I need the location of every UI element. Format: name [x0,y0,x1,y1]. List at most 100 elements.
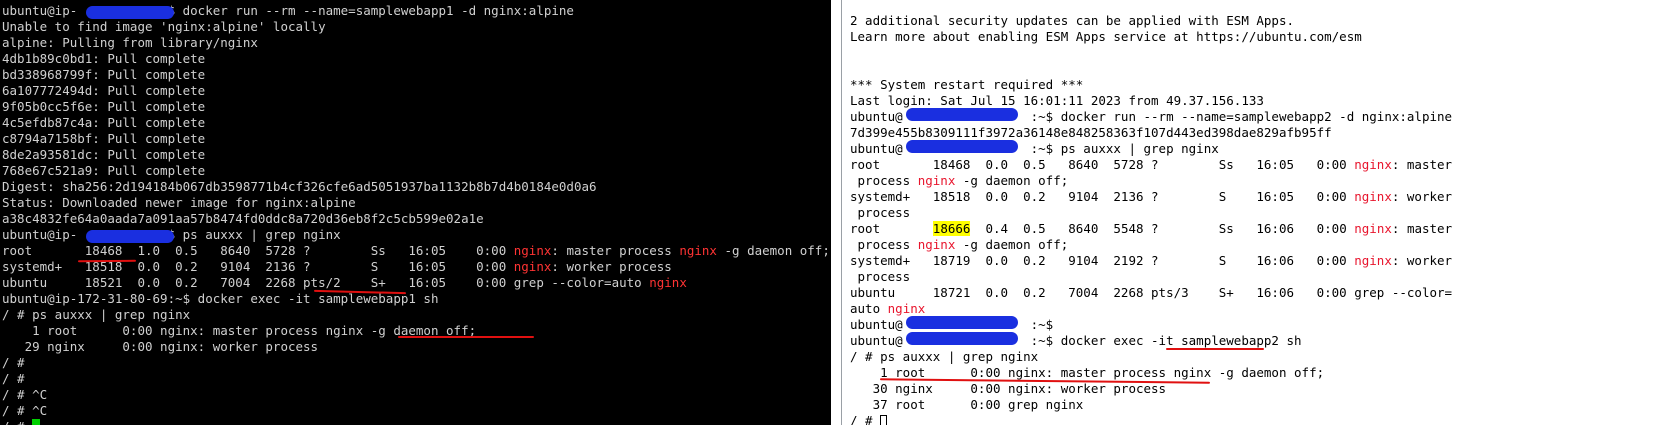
left-terminal-output: ubuntu@ip- :~$ docker run --rm --name=sa… [0,0,831,425]
terminal-text: systemd+ 18719 0.0 0.2 9104 2192 ? S 16:… [850,253,1355,268]
terminal-text: : master process [551,243,680,258]
terminal-text: Last login: Sat Jul 15 16:01:11 2023 fro… [850,93,1264,108]
terminal-line: / # [2,355,831,371]
terminal-text: Digest: sha256:2d194184b067db3598771b4cf… [2,179,597,194]
terminal-text: / # [2,419,32,425]
grep-match-text: nginx [887,301,926,316]
terminal-text: 29 nginx 0:00 nginx: worker process [2,339,319,354]
terminal-text: / # ^C [2,403,48,418]
grep-match-text: nginx [917,237,956,252]
terminal-line: Last login: Sat Jul 15 16:01:11 2023 fro… [850,93,1678,109]
terminal-line: / # [2,419,831,425]
terminal-line: Unable to find image 'nginx:alpine' loca… [2,19,831,35]
terminal-text: a38c4832fe64a0aada7a091aa57b8474fd0ddc8a… [2,211,484,226]
redaction-mark [906,332,1018,345]
terminal-text: : worker process [551,259,672,274]
terminal-line: root 18468 0.0 0.5 8640 5728 ? Ss 16:05 … [850,157,1678,173]
grep-match-text: nginx [1354,253,1392,268]
terminal-text: root [850,221,933,236]
terminal-line: root 18468 1.0 0.5 8640 5728 ? Ss 16:05 … [2,243,831,259]
annotation-underline [1166,348,1264,350]
terminal-text: 0.4 0.5 8640 5548 ? Ss 16:06 0:00 [970,221,1355,236]
terminal-text: Unable to find image 'nginx:alpine' loca… [2,19,326,34]
terminal-line: 6a107772494d: Pull complete [2,83,831,99]
terminal-line: / # [2,371,831,387]
terminal-line: systemd+ 18518 0.0 0.2 9104 2136 ? S 16:… [850,189,1678,205]
grep-match-text: nginx [1354,157,1392,172]
terminal-line: process [850,205,1678,221]
terminal-text: auto [850,301,888,316]
terminal-line: a38c4832fe64a0aada7a091aa57b8474fd0ddc8a… [2,211,831,227]
grep-match-text: nginx [513,243,552,258]
terminal-text: ubuntu@ :~$ ps auxxx | grep nginx [850,141,1219,156]
terminal-text: systemd+ 18518 0.0 0.2 9104 2136 ? S 16:… [850,189,1355,204]
terminal-text: 30 nginx 0:00 nginx: worker process [850,381,1167,396]
terminal-line: bd338968799f: Pull complete [2,67,831,83]
terminal-text: root 18468 0.0 0.5 8640 5728 ? Ss 16:05 … [850,157,1355,172]
terminal-cursor[interactable] [32,419,41,425]
terminal-line: / # ^C [2,387,831,403]
grep-match-text: nginx [1354,221,1392,236]
terminal-line: / # ps auxxx | grep nginx [850,349,1678,365]
redaction-mark [86,6,174,19]
terminal-text: 7d399e455b8309111f3972a36148e848258363f1… [850,125,1332,140]
terminal-text: Status: Downloaded newer image for nginx… [2,195,356,210]
terminal-text: ubuntu 18721 0.0 0.2 7004 2268 pts/3 S+ … [850,285,1453,300]
terminal-text: -g daemon off; [955,237,1069,252]
terminal-text: 9f05b0cc5f6e: Pull complete [2,99,206,114]
terminal-line: root 18666 0.4 0.5 8640 5548 ? Ss 16:06 … [850,221,1678,237]
terminal-line: *** System restart required *** [850,77,1678,93]
terminal-text: 4c5efdb87c4a: Pull complete [2,115,206,130]
terminal-text: process [850,205,911,220]
terminal-text: process [850,237,918,252]
terminal-line: 2 additional security updates can be app… [850,13,1678,29]
terminal-line: alpine: Pulling from library/nginx [2,35,831,51]
terminal-text: alpine: Pulling from library/nginx [2,35,258,50]
terminal-text: root 18468 1.0 0.5 8640 5728 ? Ss 16:05 … [2,243,514,258]
terminal-line: / # [850,413,1678,425]
right-terminal-output: 2 additional security updates can be app… [848,0,1678,425]
terminal-line: 7d399e455b8309111f3972a36148e848258363f1… [850,125,1678,141]
terminal-line: process nginx -g daemon off; [850,237,1678,253]
terminal-text: 8de2a93581dc: Pull complete [2,147,206,162]
left-terminal-window[interactable]: ubuntu@ip- :~$ docker run --rm --name=sa… [0,0,831,425]
terminal-text: ubuntu 18521 0.0 0.2 7004 2268 pts/2 S+ … [2,275,650,290]
terminal-cursor[interactable] [880,415,888,425]
terminal-text: / # [2,355,25,370]
right-terminal-window[interactable]: 2 additional security updates can be app… [848,0,1678,425]
redaction-mark [86,230,174,243]
terminal-text: : master [1391,221,1453,236]
terminal-line: auto nginx [850,301,1678,317]
terminal-text: 2 additional security updates can be app… [850,13,1295,28]
terminal-text: / # ps auxxx | grep nginx [850,349,1039,364]
terminal-text: *** System restart required *** [850,77,1084,92]
redaction-mark [906,316,1018,329]
terminal-line: 9f05b0cc5f6e: Pull complete [2,99,831,115]
terminal-text: 6a107772494d: Pull complete [2,83,206,98]
terminal-text: 37 root 0:00 grep nginx [850,397,1084,412]
pane-divider [841,0,842,425]
terminal-line: process [850,269,1678,285]
terminal-text: c8794a7158bf: Pull complete [2,131,206,146]
annotation-underline [398,336,534,338]
terminal-line: 768e67c521a9: Pull complete [2,163,831,179]
terminal-line: ubuntu 18521 0.0 0.2 7004 2268 pts/2 S+ … [2,275,831,291]
terminal-line: process nginx -g daemon off; [850,173,1678,189]
terminal-text: / # [850,413,881,425]
terminal-line: 29 nginx 0:00 nginx: worker process [2,339,831,355]
terminal-text: Learn more about enabling ESM Apps servi… [850,29,1362,44]
terminal-text: : worker [1391,253,1453,268]
terminal-line: / # ps auxxx | grep nginx [2,307,831,323]
terminal-line: 30 nginx 0:00 nginx: worker process [850,381,1678,397]
redaction-mark [906,108,1018,121]
terminal-line: ubuntu 18721 0.0 0.2 7004 2268 pts/3 S+ … [850,285,1678,301]
terminal-text: 768e67c521a9: Pull complete [2,163,206,178]
redaction-mark [906,140,1018,153]
terminal-text: / # ps auxxx | grep nginx [2,307,191,322]
terminal-line: 4db1b89c0bd1: Pull complete [2,51,831,67]
terminal-text: : worker [1391,189,1453,204]
terminal-text: -g daemon off; [716,243,830,258]
highlighted-pid: 18666 [932,221,971,236]
terminal-text: bd338968799f: Pull complete [2,67,206,82]
